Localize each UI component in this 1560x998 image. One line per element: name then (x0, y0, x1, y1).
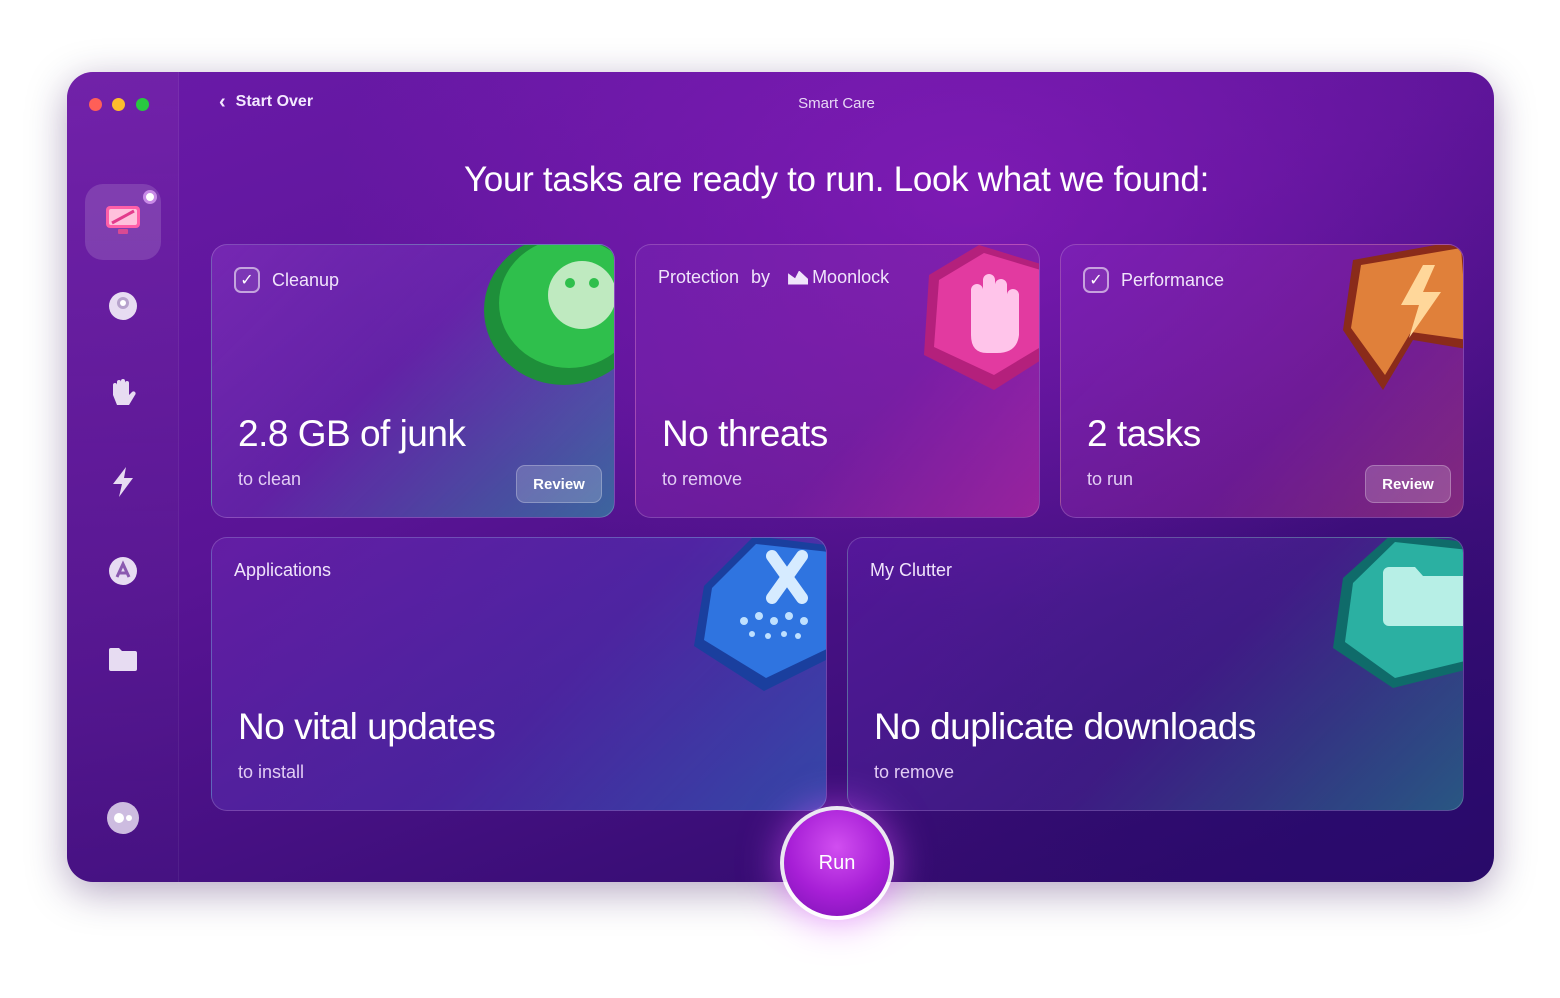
sidebar-item-performance[interactable] (105, 466, 141, 502)
cleanup-illustration-icon (484, 245, 614, 385)
my-clutter-sub: to remove (874, 762, 955, 782)
protection-label: Protection (658, 267, 740, 287)
applications-icon (107, 555, 139, 592)
assistant-icon (105, 800, 141, 841)
window-title: Smart Care (798, 95, 875, 112)
performance-sub: to run (1087, 469, 1134, 489)
protection-illustration-icon (924, 245, 1039, 390)
performance-illustration-icon (1343, 245, 1463, 390)
cleanup-card[interactable]: ✓ Cleanup 2.8 GB of junk to clean Review (211, 244, 615, 518)
protection-by: by (751, 267, 771, 287)
performance-checkbox[interactable]: ✓ (1083, 267, 1109, 293)
my-clutter-label: My Clutter (870, 560, 953, 580)
protection-sub: to remove (662, 469, 743, 489)
protection-brand: Moonlock (812, 267, 890, 287)
performance-review-button[interactable]: Review (1365, 465, 1451, 503)
performance-icon (109, 465, 137, 504)
sidebar-item-applications[interactable] (105, 555, 141, 591)
cleanup-icon (107, 290, 139, 327)
applications-value: No vital updates (238, 706, 496, 747)
protection-value: No threats (662, 413, 828, 454)
sidebar (67, 72, 179, 882)
performance-value: 2 tasks (1087, 413, 1201, 454)
protection-card[interactable]: Protection by Moonlock No threats to rem… (635, 244, 1040, 518)
cleanup-value: 2.8 GB of junk (238, 413, 466, 454)
moonlock-logo-icon (788, 270, 809, 285)
run-button-ring: Run (780, 806, 894, 920)
applications-card[interactable]: Applications No vital updates to install (211, 537, 827, 811)
sidebar-item-cleanup[interactable] (105, 290, 141, 326)
cleanup-label: Cleanup (272, 269, 340, 290)
folder-icon (107, 645, 139, 678)
sidebar-item-assistant[interactable] (105, 800, 141, 841)
page-headline: Your tasks are ready to run. Look what w… (463, 160, 1210, 199)
my-clutter-illustration-icon (1333, 538, 1463, 688)
applications-sub: to install (238, 762, 305, 782)
my-clutter-card[interactable]: My Clutter No duplicate downloads to rem… (847, 537, 1464, 811)
applications-illustration-icon (694, 538, 826, 691)
sidebar-item-smart-care[interactable] (85, 184, 161, 260)
protection-icon (107, 377, 139, 416)
sidebar-item-my-clutter[interactable] (105, 643, 141, 679)
smart-care-icon (104, 203, 142, 242)
cleanup-checkbox[interactable]: ✓ (234, 267, 260, 293)
status-dot (143, 190, 157, 204)
sidebar-item-protection[interactable] (105, 378, 141, 414)
app-window: ‹ Start Over Smart Care Your tasks are r… (67, 72, 1494, 882)
cleanup-review-button[interactable]: Review (516, 465, 602, 503)
performance-card[interactable]: ✓ Performance 2 tasks to run Review (1060, 244, 1464, 518)
run-button[interactable]: Run (784, 810, 890, 916)
my-clutter-value: No duplicate downloads (874, 706, 1256, 747)
performance-label: Performance (1121, 269, 1225, 290)
applications-label: Applications (234, 560, 332, 580)
cleanup-sub: to clean (238, 469, 302, 489)
